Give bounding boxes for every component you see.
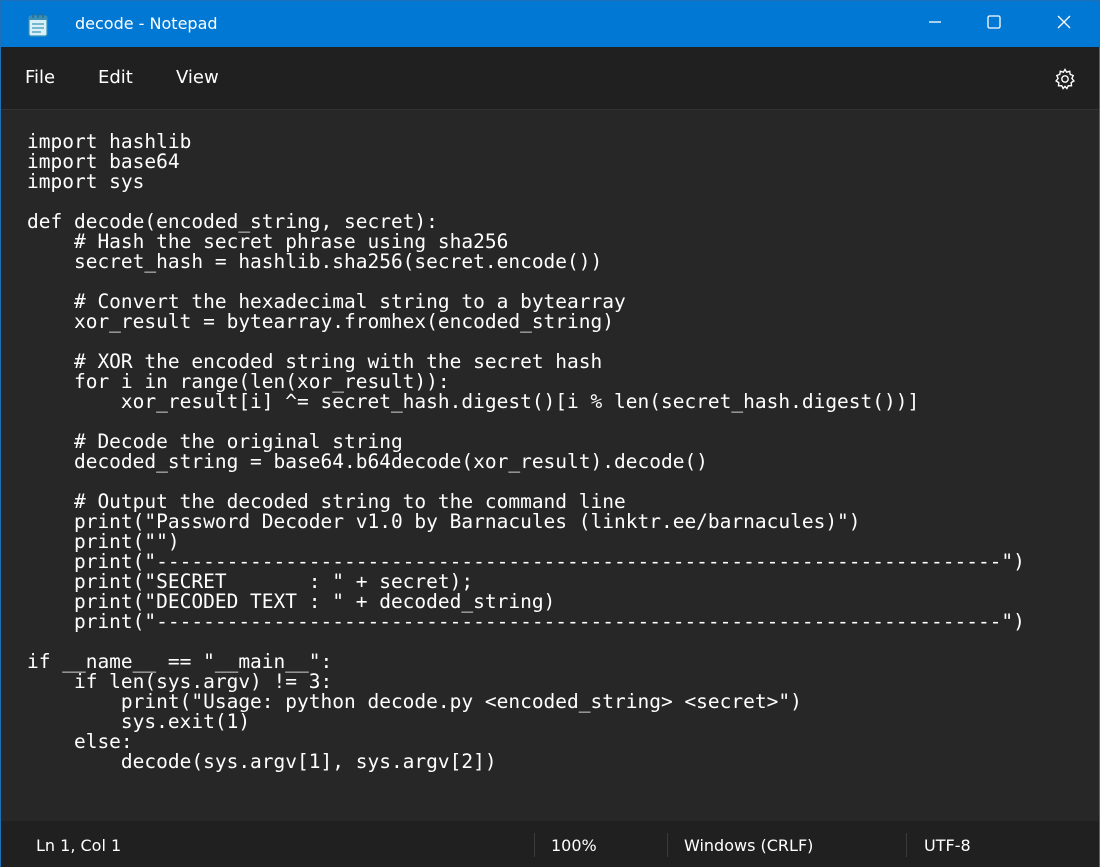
notepad-window: decode - Notepad File Edit View import h…	[0, 0, 1100, 867]
status-divider	[667, 833, 668, 857]
text-editor[interactable]: import hashlib import base64 import sys …	[1, 109, 1099, 822]
maximize-button[interactable]	[964, 1, 1024, 47]
gear-icon[interactable]	[1053, 67, 1077, 91]
minimize-icon	[927, 14, 943, 34]
zoom-level: 100%	[551, 836, 597, 855]
menu-file[interactable]: File	[25, 67, 55, 88]
maximize-icon	[986, 14, 1002, 34]
window-title: decode - Notepad	[75, 14, 218, 33]
cursor-position: Ln 1, Col 1	[36, 836, 122, 855]
status-divider	[906, 833, 907, 857]
close-icon	[1056, 14, 1072, 34]
menu-edit[interactable]: Edit	[98, 67, 133, 88]
close-button[interactable]	[1034, 1, 1094, 47]
minimize-button[interactable]	[905, 1, 965, 47]
menu-bar: File Edit View	[1, 47, 1099, 109]
notepad-icon	[27, 13, 49, 37]
encoding: UTF-8	[924, 836, 971, 855]
title-bar[interactable]: decode - Notepad	[1, 1, 1099, 47]
line-ending: Windows (CRLF)	[684, 836, 814, 855]
status-bar: Ln 1, Col 1 100% Windows (CRLF) UTF-8	[1, 821, 1099, 867]
editor-content[interactable]: import hashlib import base64 import sys …	[27, 132, 1025, 772]
status-divider	[534, 833, 535, 857]
menu-view[interactable]: View	[176, 67, 219, 88]
